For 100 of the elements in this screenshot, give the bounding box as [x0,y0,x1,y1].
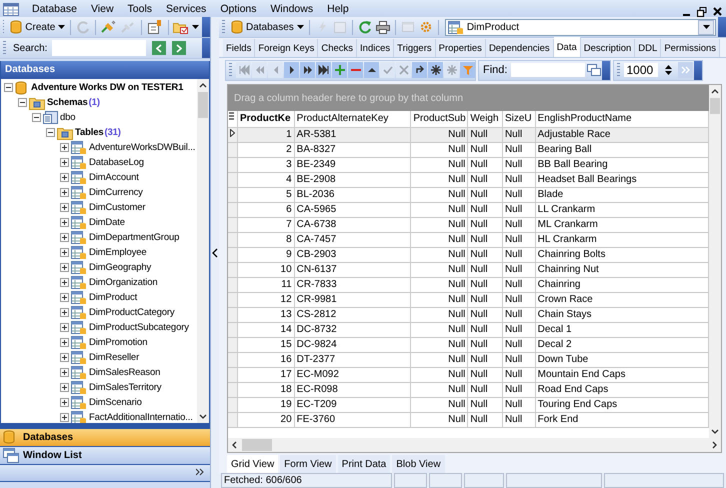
scroll-thumb[interactable] [710,98,720,114]
next-record-button[interactable] [284,62,299,78]
collapse-icon[interactable] [46,128,55,137]
menu-item[interactable]: Windows [264,2,320,14]
tree-item[interactable]: DimAccount [1,170,197,185]
toolbar-options-icon[interactable] [694,60,702,80]
menu-item[interactable]: Database [25,2,84,14]
vertical-scrollbar[interactable] [197,79,209,423]
create-button[interactable]: Create [9,18,66,36]
tree-item[interactable]: AdventureWorksDWBuil... [1,140,197,155]
tree-item[interactable]: Schemas(1) [1,95,197,110]
expand-icon[interactable] [60,368,69,377]
column-header[interactable]: Weigh [468,111,502,128]
vertical-scrollbar[interactable] [709,85,721,438]
tree-item[interactable]: Tables(31) [1,125,197,140]
properties-button[interactable] [146,18,164,36]
menu-item[interactable]: Services [159,2,214,14]
tab[interactable]: Foreign Keys [255,39,318,57]
column-header[interactable]: ProductSub [410,111,468,128]
print-button[interactable] [374,18,391,36]
menu-item[interactable]: Tools [120,2,160,14]
scroll-up-icon[interactable] [199,83,207,88]
tab[interactable]: Indices [357,39,394,57]
scroll-thumb[interactable] [242,439,272,451]
tree-item[interactable]: DimDate [1,215,197,230]
expand-icon[interactable] [60,218,69,227]
tree-item[interactable]: DimScenario [1,395,197,410]
resize-grip[interactable] [0,424,210,429]
next-button[interactable] [172,41,186,55]
expand-icon[interactable] [60,143,69,152]
toolbar-options-icon[interactable] [602,60,610,80]
tree-item[interactable]: DimProductCategory [1,305,197,320]
column-header[interactable]: ProductKe [238,111,294,128]
collapse-icon[interactable] [4,83,13,92]
menu-item[interactable]: Options [213,2,264,14]
tree-item[interactable]: dbo [1,110,197,125]
tab[interactable]: Dependencies [486,39,554,57]
expand-icon[interactable] [60,383,69,392]
next-page-button[interactable] [300,62,315,78]
column-header[interactable]: ProductAlternateKey [294,111,411,128]
column-header[interactable]: SizeU [502,111,536,128]
chevron-icon[interactable] [196,468,204,478]
tab[interactable]: Triggers [394,39,436,57]
collapse-icon[interactable] [32,113,41,122]
tab[interactable]: Grid View [227,455,278,473]
tab[interactable]: Permissions [661,39,720,57]
close-icon[interactable] [713,7,722,16]
tree-item[interactable]: DimGeography [1,260,197,275]
expand-icon[interactable] [60,158,69,167]
tree-item[interactable]: DimSalesTerritory [1,380,197,395]
tree-item[interactable]: FactAdditionalInternatio... [1,410,197,423]
databases-button[interactable]: Databases [230,18,305,36]
object-dropdown[interactable]: DimProduct [444,18,716,36]
tree-item[interactable]: DimDepartmentGroup [1,230,197,245]
expand-icon[interactable] [60,308,69,317]
expand-icon[interactable] [60,323,69,332]
navigation-panel-button[interactable]: Window List [0,447,210,465]
menu-item[interactable]: Help [320,2,356,14]
tree-item[interactable]: Adventure Works DW on TESTER1 [1,80,197,95]
expand-icon[interactable] [60,338,69,347]
column-header[interactable]: EnglishProductName [535,111,708,128]
expand-icon[interactable] [60,203,69,212]
scroll-down-icon[interactable] [199,414,207,419]
tree-item[interactable]: DimProductSubcategory [1,320,197,335]
row-indicator[interactable] [228,128,238,142]
expand-icon[interactable] [60,278,69,287]
tab[interactable]: Form View [280,455,336,473]
last-record-button[interactable] [316,62,331,78]
previous-button[interactable] [152,41,166,55]
tab[interactable]: Blob View [392,455,445,473]
find-field[interactable] [511,63,586,77]
tab[interactable]: Checks [318,39,358,57]
tree-item[interactable]: DimOrganization [1,275,197,290]
expand-icon[interactable] [60,263,69,272]
navigation-panel-button[interactable]: Databases [0,429,210,447]
expand-icon[interactable] [60,398,69,407]
scroll-right-icon[interactable] [712,441,717,449]
tree-item[interactable]: DimCustomer [1,200,197,215]
expand-icon[interactable] [60,233,69,242]
tab[interactable]: Data [554,37,581,57]
tree-item[interactable]: DimSalesReason [1,365,197,380]
refresh-button[interactable] [412,62,427,78]
scroll-up-icon[interactable] [711,89,719,94]
tab[interactable]: DDL [635,39,662,57]
asterisk-button[interactable] [428,62,443,78]
restore-icon[interactable] [697,6,707,16]
tab[interactable]: Properties [436,39,486,57]
tree-item[interactable]: DimProduct [1,290,197,305]
tree-item[interactable]: DimEmployee [1,245,197,260]
expand-icon[interactable] [60,188,69,197]
expand-icon[interactable] [60,248,69,257]
expand-icon[interactable] [60,293,69,302]
tree-item[interactable]: DimReseller [1,350,197,365]
scroll-down-icon[interactable] [711,429,719,434]
tree-item[interactable]: DimPromotion [1,335,197,350]
tab[interactable]: Fields [223,39,256,57]
expand-icon[interactable] [60,413,69,422]
tab[interactable]: Description [580,39,636,57]
row-limit-field[interactable]: 1000 [624,63,658,77]
tree-item[interactable]: DimCurrency [1,185,197,200]
